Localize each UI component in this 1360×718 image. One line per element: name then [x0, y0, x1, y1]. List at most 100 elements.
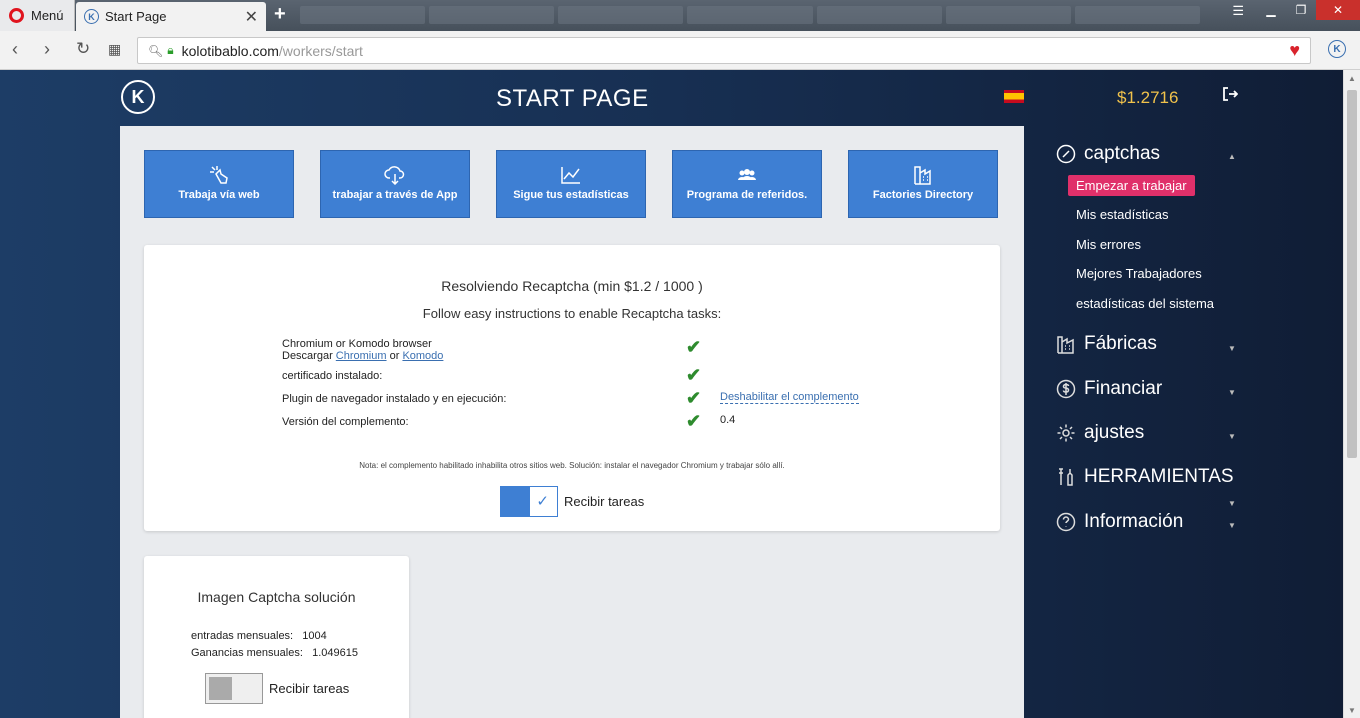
- bookmark-heart-icon[interactable]: ♥: [1289, 40, 1300, 61]
- logout-icon[interactable]: [1222, 86, 1239, 107]
- sidebar-item-my-errors[interactable]: Mis errores: [1076, 237, 1141, 252]
- sidebar-item-start-work[interactable]: Empezar a trabajar: [1068, 175, 1195, 196]
- plugin-version-value: 0.4: [720, 414, 736, 426]
- background-tab[interactable]: [300, 6, 426, 24]
- opera-menu-button[interactable]: Menú: [0, 0, 75, 31]
- chevron-down-icon[interactable]: ▼: [1228, 344, 1236, 353]
- disable-plugin-link[interactable]: Deshabilitar el complemento: [720, 391, 859, 404]
- background-tab[interactable]: [687, 6, 813, 24]
- chevron-up-icon[interactable]: ▲: [1228, 152, 1236, 161]
- tile-work-app[interactable]: trabajar a través de App: [320, 150, 470, 218]
- chevron-down-icon[interactable]: ▼: [1228, 499, 1236, 508]
- kolotibablo-extension-icon[interactable]: K: [1328, 40, 1346, 58]
- background-tab[interactable]: [1074, 6, 1200, 24]
- background-tab[interactable]: [816, 6, 942, 24]
- sidebar-section-factories[interactable]: Fábricas: [1056, 333, 1157, 355]
- sidebar-section-information[interactable]: Información: [1056, 511, 1183, 533]
- recaptcha-toggle-label: Recibir tareas: [564, 494, 645, 509]
- check-icon: ✔: [686, 411, 702, 431]
- cloud-download-icon: [384, 166, 405, 186]
- sidebar-section-label: captchas: [1084, 143, 1161, 164]
- chevron-down-icon[interactable]: ▼: [1228, 388, 1236, 397]
- sidebar-section-settings[interactable]: ajustes: [1056, 422, 1144, 444]
- recaptcha-receive-tasks-toggle[interactable]: ✓: [500, 486, 558, 517]
- browser-tab-start-page[interactable]: K Start Page ✕: [76, 2, 266, 31]
- scrollbar-thumb[interactable]: [1347, 90, 1357, 458]
- sidebar-section-finance[interactable]: Financiar: [1056, 378, 1162, 400]
- speed-dial-icon[interactable]: ▦: [108, 41, 121, 58]
- sidebar-section-label: Información: [1084, 511, 1184, 532]
- question-icon: [1056, 512, 1076, 532]
- scroll-down-icon[interactable]: ▼: [1348, 706, 1356, 715]
- reload-icon[interactable]: ↻: [76, 39, 90, 59]
- image-captcha-card: Imagen Captcha solución entradas mensual…: [144, 556, 409, 718]
- or-text: or: [386, 350, 403, 362]
- tools-icon: [1056, 467, 1076, 487]
- url-path: /workers/start: [278, 42, 363, 59]
- requirement-version: Versión del complemento:: [282, 416, 409, 428]
- chart-icon: [561, 167, 580, 185]
- main-content: Trabaja vía web trabajar a través de App…: [120, 126, 1024, 718]
- lock-icon: 🔒︎: [167, 43, 174, 57]
- scroll-up-icon[interactable]: ▲: [1348, 74, 1356, 83]
- chevron-down-icon[interactable]: ▼: [1228, 521, 1236, 530]
- page-scrollbar[interactable]: ▲ ▼: [1343, 70, 1360, 718]
- tile-label: Programa de referidos.: [686, 189, 808, 202]
- monthly-earnings-label: Ganancias mensuales:: [191, 647, 303, 659]
- chevron-down-icon[interactable]: ▼: [1228, 432, 1236, 441]
- sidebar-item-system-stats[interactable]: estadísticas del sistema: [1076, 296, 1214, 311]
- check-icon: ✔: [686, 388, 702, 408]
- monthly-earnings-value: 1.049615: [312, 647, 358, 659]
- background-tab[interactable]: [945, 6, 1071, 24]
- tile-label: Sigue tus estadísticas: [513, 189, 629, 202]
- requirement-plugin: Plugin de navegador instalado y en ejecu…: [282, 393, 507, 405]
- close-tab-icon[interactable]: ✕: [245, 7, 258, 27]
- tile-factories-directory[interactable]: Factories Directory: [848, 150, 998, 218]
- tile-label: Factories Directory: [872, 189, 974, 202]
- factory-icon: [914, 166, 931, 186]
- recaptcha-title: Resolviendo Recaptcha (min $1.2 / 1000 ): [441, 278, 703, 294]
- sidebar-section-label: HERRAMIENTAS: [1084, 466, 1234, 487]
- monthly-entries: entradas mensuales: 1004: [191, 630, 327, 642]
- background-tab[interactable]: [429, 6, 555, 24]
- dollar-icon: [1056, 379, 1076, 399]
- kolotibablo-logo[interactable]: K: [121, 80, 155, 114]
- background-tab[interactable]: [558, 6, 684, 24]
- spain-flag-icon[interactable]: [1004, 90, 1024, 103]
- requirement-browser: Chromium or Komodo browser Descargar Chr…: [282, 338, 443, 362]
- tile-referrals[interactable]: Programa de referidos.: [672, 150, 822, 218]
- sidebar-section-tools[interactable]: HERRAMIENTAS: [1056, 466, 1234, 488]
- recaptcha-subtitle: Follow easy instructions to enable Recap…: [422, 306, 722, 321]
- minimize-icon[interactable]: ▁: [1256, 0, 1286, 20]
- kolotibablo-favicon-icon: K: [84, 9, 99, 24]
- people-icon: [738, 169, 756, 181]
- forward-icon[interactable]: ›: [44, 39, 50, 60]
- page-title: START PAGE: [496, 85, 649, 112]
- tile-statistics[interactable]: Sigue tus estadísticas: [496, 150, 646, 218]
- image-captcha-toggle-label: Recibir tareas: [269, 681, 350, 696]
- sidebar-section-label: ajustes: [1084, 422, 1145, 443]
- opera-logo-icon: [9, 8, 24, 23]
- url-field[interactable]: 🔍︎ 🔒︎ kolotibablo.com/workers/start ♥: [137, 37, 1311, 64]
- chromium-link[interactable]: Chromium: [336, 350, 387, 362]
- gear-icon: [1056, 423, 1076, 443]
- back-icon[interactable]: ‹: [12, 39, 18, 60]
- recaptcha-card: Resolviendo Recaptcha (min $1.2 / 1000 )…: [144, 245, 1000, 531]
- window-close-icon[interactable]: ✕: [1316, 0, 1360, 20]
- sidebar-item-best-workers[interactable]: Mejores Trabajadores: [1076, 266, 1202, 281]
- image-captcha-receive-tasks-toggle[interactable]: [205, 673, 263, 704]
- image-captcha-title: Imagen Captcha solución: [197, 589, 356, 605]
- new-tab-button[interactable]: +: [274, 3, 286, 26]
- sidebar-item-my-stats[interactable]: Mis estadísticas: [1076, 207, 1168, 222]
- maximize-icon[interactable]: ❐: [1286, 0, 1316, 20]
- tile-work-web[interactable]: Trabaja vía web: [144, 150, 294, 218]
- toggle-knob: [501, 487, 530, 516]
- address-bar: ‹ › ↻ ▦ 🔍︎ 🔒︎ kolotibablo.com/workers/st…: [0, 31, 1360, 70]
- action-tiles: Trabaja vía web trabajar a través de App…: [144, 150, 998, 218]
- sidebar-section-captchas[interactable]: captchas: [1056, 143, 1160, 165]
- komodo-link[interactable]: Komodo: [402, 350, 443, 362]
- tab-menu-icon[interactable]: ☰: [1232, 3, 1244, 19]
- monthly-earnings: Ganancias mensuales: 1.049615: [191, 647, 358, 659]
- browser-tab-bar: Menú K Start Page ✕ + ☰ ▁ ❐ ✕: [0, 0, 1360, 31]
- recaptcha-note: Nota: el complemento habilitado inhabili…: [359, 461, 785, 470]
